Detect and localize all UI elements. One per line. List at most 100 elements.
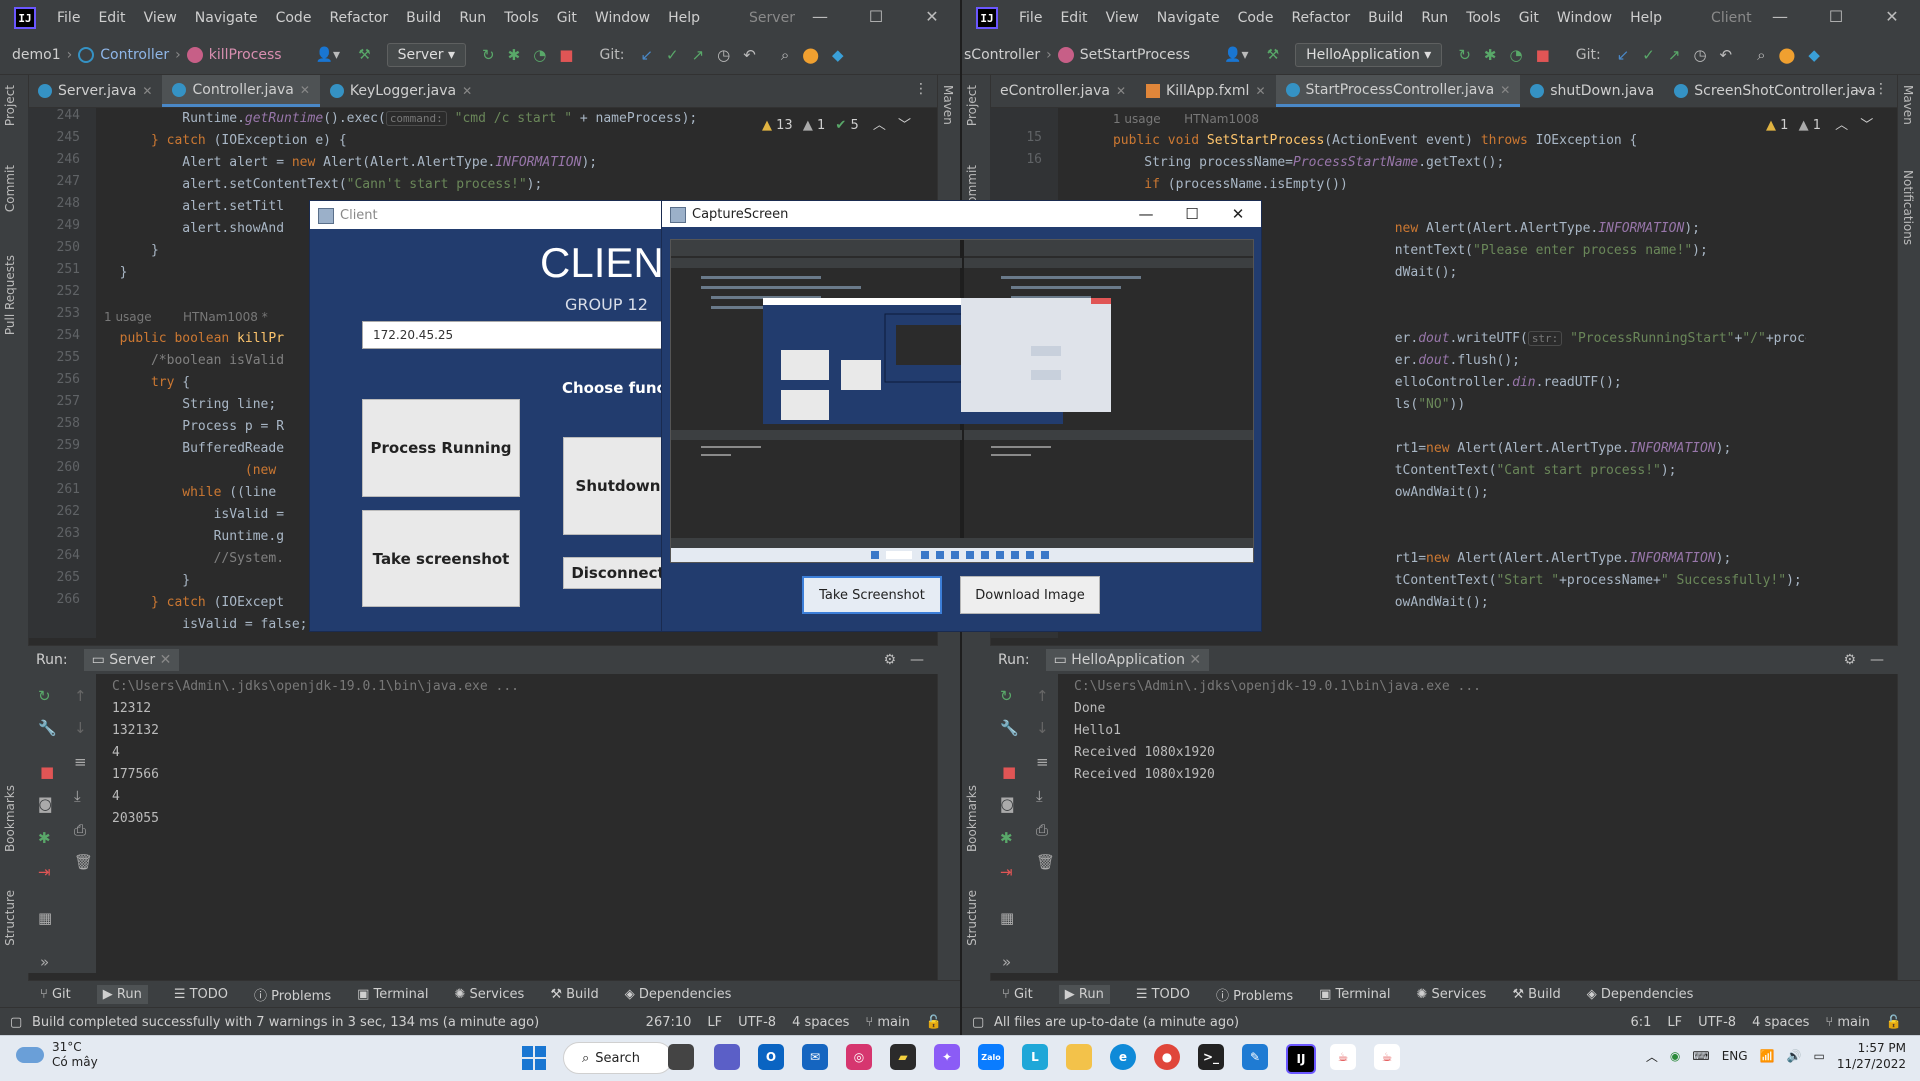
git-push-icon[interactable]: ↗ [1668, 46, 1681, 64]
structure-tool-tab[interactable]: Structure [965, 890, 979, 946]
user-icon[interactable]: 👤▾ [316, 47, 340, 63]
language-indicator[interactable]: ENG [1722, 1049, 1748, 1063]
expand-more-icon[interactable]: » [40, 953, 49, 971]
tool-tab-terminal[interactable]: ▣ Terminal [1319, 987, 1390, 1002]
lock-icon[interactable]: 🔓 [1886, 1015, 1902, 1030]
tab-killapp-fxml[interactable]: KillApp.fxml ✕ [1136, 75, 1275, 107]
camera-icon[interactable]: ◙ [1000, 795, 1015, 813]
java-app-icon-2[interactable]: ☕ [1374, 1044, 1400, 1070]
menu-tools[interactable]: Tools [1457, 10, 1510, 26]
menu-file[interactable]: File [1010, 10, 1051, 26]
git-commit-icon[interactable]: ✓ [1642, 46, 1655, 64]
close-tab-icon[interactable]: ✕ [1189, 652, 1201, 668]
structure-tool-tab[interactable]: Structure [3, 890, 17, 946]
tool-tab-todo[interactable]: ☰ TODO [1136, 987, 1190, 1002]
tool-tab-services[interactable]: ✺ Services [1416, 987, 1486, 1002]
run-tab-helloapplication[interactable]: ▭ HelloApplication ✕ [1045, 649, 1210, 671]
git-branch[interactable]: ⑂ main [865, 1015, 909, 1030]
chevron-up-icon[interactable]: ︿ [1835, 118, 1848, 133]
trash-icon[interactable]: 🗑 [74, 853, 93, 871]
maven-tool-tab[interactable]: Maven [941, 85, 955, 125]
disconnect-button[interactable]: Disconnect [563, 557, 673, 589]
tool-tab-terminal[interactable]: ▣ Terminal [357, 987, 428, 1002]
pull-requests-tool-tab[interactable]: Pull Requests [3, 255, 17, 335]
menu-run[interactable]: Run [450, 10, 495, 26]
indent-setting[interactable]: 4 spaces [1752, 1015, 1809, 1030]
battery-icon[interactable]: ▭ [1813, 1049, 1824, 1063]
more-icon[interactable]: ⋮ [914, 81, 928, 97]
menu-navigate[interactable]: Navigate [1148, 10, 1229, 26]
login-icon[interactable]: ⇥ [1000, 863, 1013, 881]
tab-startprocesscontroller-java[interactable]: StartProcessController.java ✕ [1275, 75, 1521, 107]
tab-keylogger-java[interactable]: KeyLogger.java ✕ [320, 75, 482, 107]
close-tab-icon[interactable]: ✕ [1116, 84, 1126, 98]
wrench-icon[interactable]: 🔧 [38, 719, 57, 737]
close-tab-icon[interactable]: ✕ [1255, 84, 1265, 98]
notifications-tool-tab[interactable]: Notifications [1901, 170, 1915, 245]
inspection-widget[interactable]: ▲ 13 ▲ 1 ✔ 5 ︿ ﹀ [762, 114, 911, 133]
mail-icon[interactable]: ✉ [802, 1044, 828, 1070]
coverage-icon[interactable]: ◔ [533, 46, 546, 64]
print-icon[interactable]: ⎙ [74, 821, 86, 839]
tool-tab-build[interactable]: ⚒ Build [550, 987, 598, 1002]
tool-tab-todo[interactable]: ☰ TODO [174, 987, 228, 1002]
maximize-icon[interactable]: ☐ [1808, 0, 1864, 36]
chevron-down-icon[interactable]: ⌄ [1854, 81, 1866, 97]
status-message[interactable]: All files are up-to-date (a minute ago) [994, 1015, 1239, 1030]
minimize-icon[interactable]: — [1752, 0, 1808, 36]
menu-navigate[interactable]: Navigate [186, 10, 267, 26]
menu-window[interactable]: Window [586, 10, 659, 26]
rerun-icon[interactable]: ↻ [38, 687, 51, 705]
terminal-icon[interactable]: >_ [1198, 1044, 1224, 1070]
menu-edit[interactable]: Edit [1051, 10, 1096, 26]
teams-icon[interactable] [714, 1044, 740, 1070]
rollback-icon[interactable]: ↶ [743, 46, 756, 64]
breadcrumb-method[interactable]: killProcess [209, 47, 282, 63]
maximize-icon[interactable]: ☐ [1169, 201, 1215, 227]
menu-tools[interactable]: Tools [495, 10, 548, 26]
coverage-icon[interactable]: ◔ [1509, 46, 1522, 64]
search-icon[interactable]: ⌕ [781, 46, 789, 64]
tab-screenshotcontroller-java[interactable]: ScreenShotController.java [1664, 75, 1885, 107]
menu-refactor[interactable]: Refactor [1282, 10, 1359, 26]
plugins-icon[interactable]: ◆ [832, 46, 844, 64]
line-separator[interactable]: LF [1667, 1015, 1682, 1030]
plugins-icon[interactable]: ◆ [1808, 46, 1820, 64]
tool-tab-build[interactable]: ⚒ Build [1512, 987, 1560, 1002]
down-arrow-icon[interactable]: ↓ [1036, 719, 1049, 737]
close-icon[interactable]: ✕ [904, 0, 960, 36]
status-message[interactable]: Build completed successfully with 7 warn… [32, 1015, 539, 1030]
stop-icon[interactable]: ■ [40, 763, 54, 781]
chevron-down-icon[interactable]: ﹀ [1860, 118, 1873, 133]
run-config-select[interactable]: Server ▾ [386, 43, 467, 67]
bookmarks-tool-tab[interactable]: Bookmarks [3, 785, 17, 852]
caret-position[interactable]: 267:10 [646, 1015, 692, 1030]
lock-icon[interactable]: 🔓 [926, 1015, 942, 1030]
tool-tab-run[interactable]: ▶ Run [1058, 984, 1110, 1004]
java-app-icon[interactable]: ☕ [1330, 1044, 1356, 1070]
lark-icon[interactable]: L [1022, 1044, 1048, 1070]
file-encoding[interactable]: UTF-8 [738, 1015, 776, 1030]
menu-window[interactable]: Window [1548, 10, 1621, 26]
paint-icon[interactable]: ✎ [1242, 1044, 1268, 1070]
process-running-button[interactable]: Process Running [362, 399, 520, 497]
down-arrow-icon[interactable]: ↓ [74, 719, 87, 737]
git-update-icon[interactable]: ↙ [640, 46, 653, 64]
menu-file[interactable]: File [48, 10, 89, 26]
project-tool-tab[interactable]: Project [3, 85, 17, 126]
close-tab-icon[interactable]: ✕ [300, 83, 310, 97]
chrome-icon[interactable]: ● [1154, 1044, 1180, 1070]
menu-build[interactable]: Build [397, 10, 450, 26]
git-commit-icon[interactable]: ✓ [666, 46, 679, 64]
debug-bug-icon[interactable]: ✱ [1000, 829, 1013, 847]
rollback-icon[interactable]: ↶ [1720, 46, 1733, 64]
up-arrow-icon[interactable]: ↑ [74, 687, 87, 705]
wifi-icon[interactable]: 📶 [1760, 1049, 1775, 1063]
settings-gear-icon[interactable]: ⚙ [883, 652, 896, 668]
zalo-icon[interactable]: Zalo [978, 1044, 1004, 1070]
weather-widget[interactable]: 31°C Có mây [16, 1040, 98, 1070]
wrench-icon[interactable]: 🔧 [1000, 719, 1019, 737]
breadcrumb-class[interactable]: Controller [100, 47, 169, 63]
scroll-end-icon[interactable]: ⤓ [1036, 787, 1043, 805]
project-tool-tab[interactable]: Project [965, 85, 979, 126]
